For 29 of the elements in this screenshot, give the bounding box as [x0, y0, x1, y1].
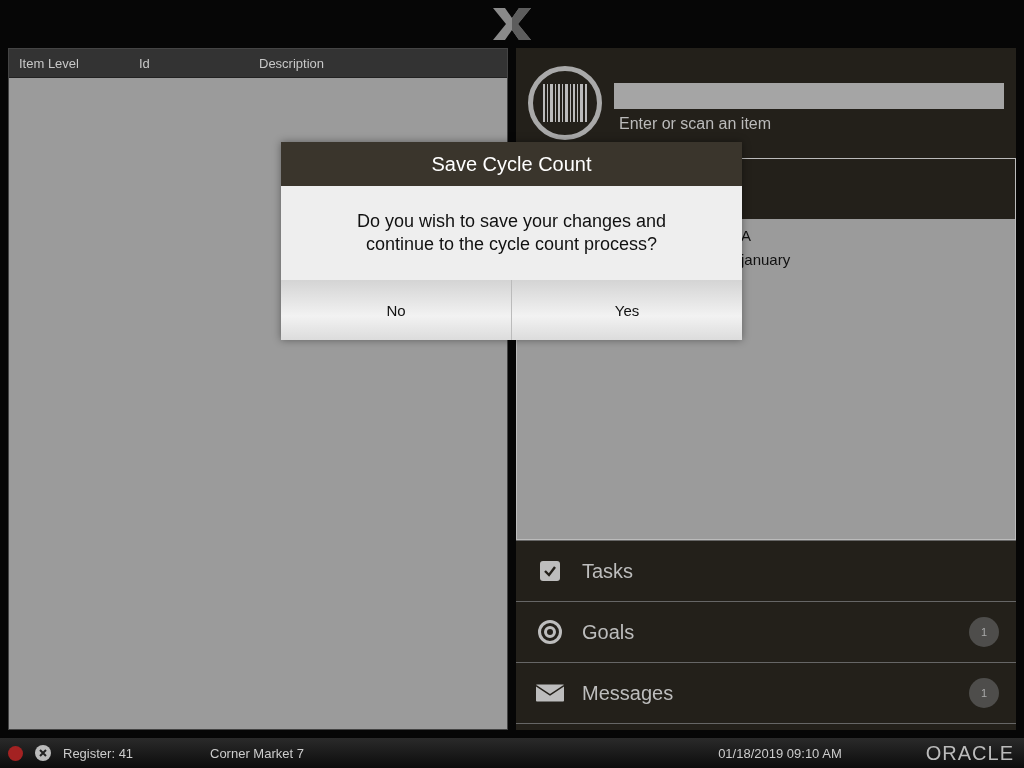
menu-item[interactable]: Tasks [516, 540, 1016, 601]
column-header: Item Level [18, 55, 80, 71]
register-label: Register: 41 [63, 745, 135, 761]
scan-field[interactable] [614, 83, 1004, 109]
checkbox-icon [540, 561, 560, 581]
column-header: Id [139, 55, 151, 71]
menu-item[interactable]: Goals 1 [516, 601, 1016, 662]
menu-label: Goals [582, 620, 636, 644]
status-dot [8, 745, 23, 761]
dialog-button[interactable]: Yes [511, 280, 742, 340]
dialog-message: Do you wish to save your changes and continue to the cycle count process? [355, 210, 668, 256]
envelope-icon [536, 684, 564, 702]
dialog-button[interactable]: No [281, 280, 511, 340]
count-badge: 1 [969, 617, 999, 647]
menu-item[interactable]: Messages 1 [516, 662, 1016, 723]
detail-text: january [741, 251, 792, 268]
menu-label: Messages [582, 681, 675, 705]
brand-logo: ORACLE [925, 741, 1014, 765]
store-name: Corner Market 7 [210, 745, 304, 761]
scan-hint: Enter or scan an item [618, 115, 773, 133]
detail-text: A [741, 227, 752, 244]
column-header: Description [259, 55, 325, 71]
dialog-title: Save Cycle Count [281, 142, 742, 186]
menu-label: Tasks [582, 559, 635, 583]
target-icon [538, 620, 562, 644]
date-time: 01/18/2019 09:10 AM [718, 745, 842, 761]
count-badge: 1 [969, 678, 999, 708]
logo-icon [491, 8, 533, 40]
close-icon[interactable] [35, 745, 51, 761]
